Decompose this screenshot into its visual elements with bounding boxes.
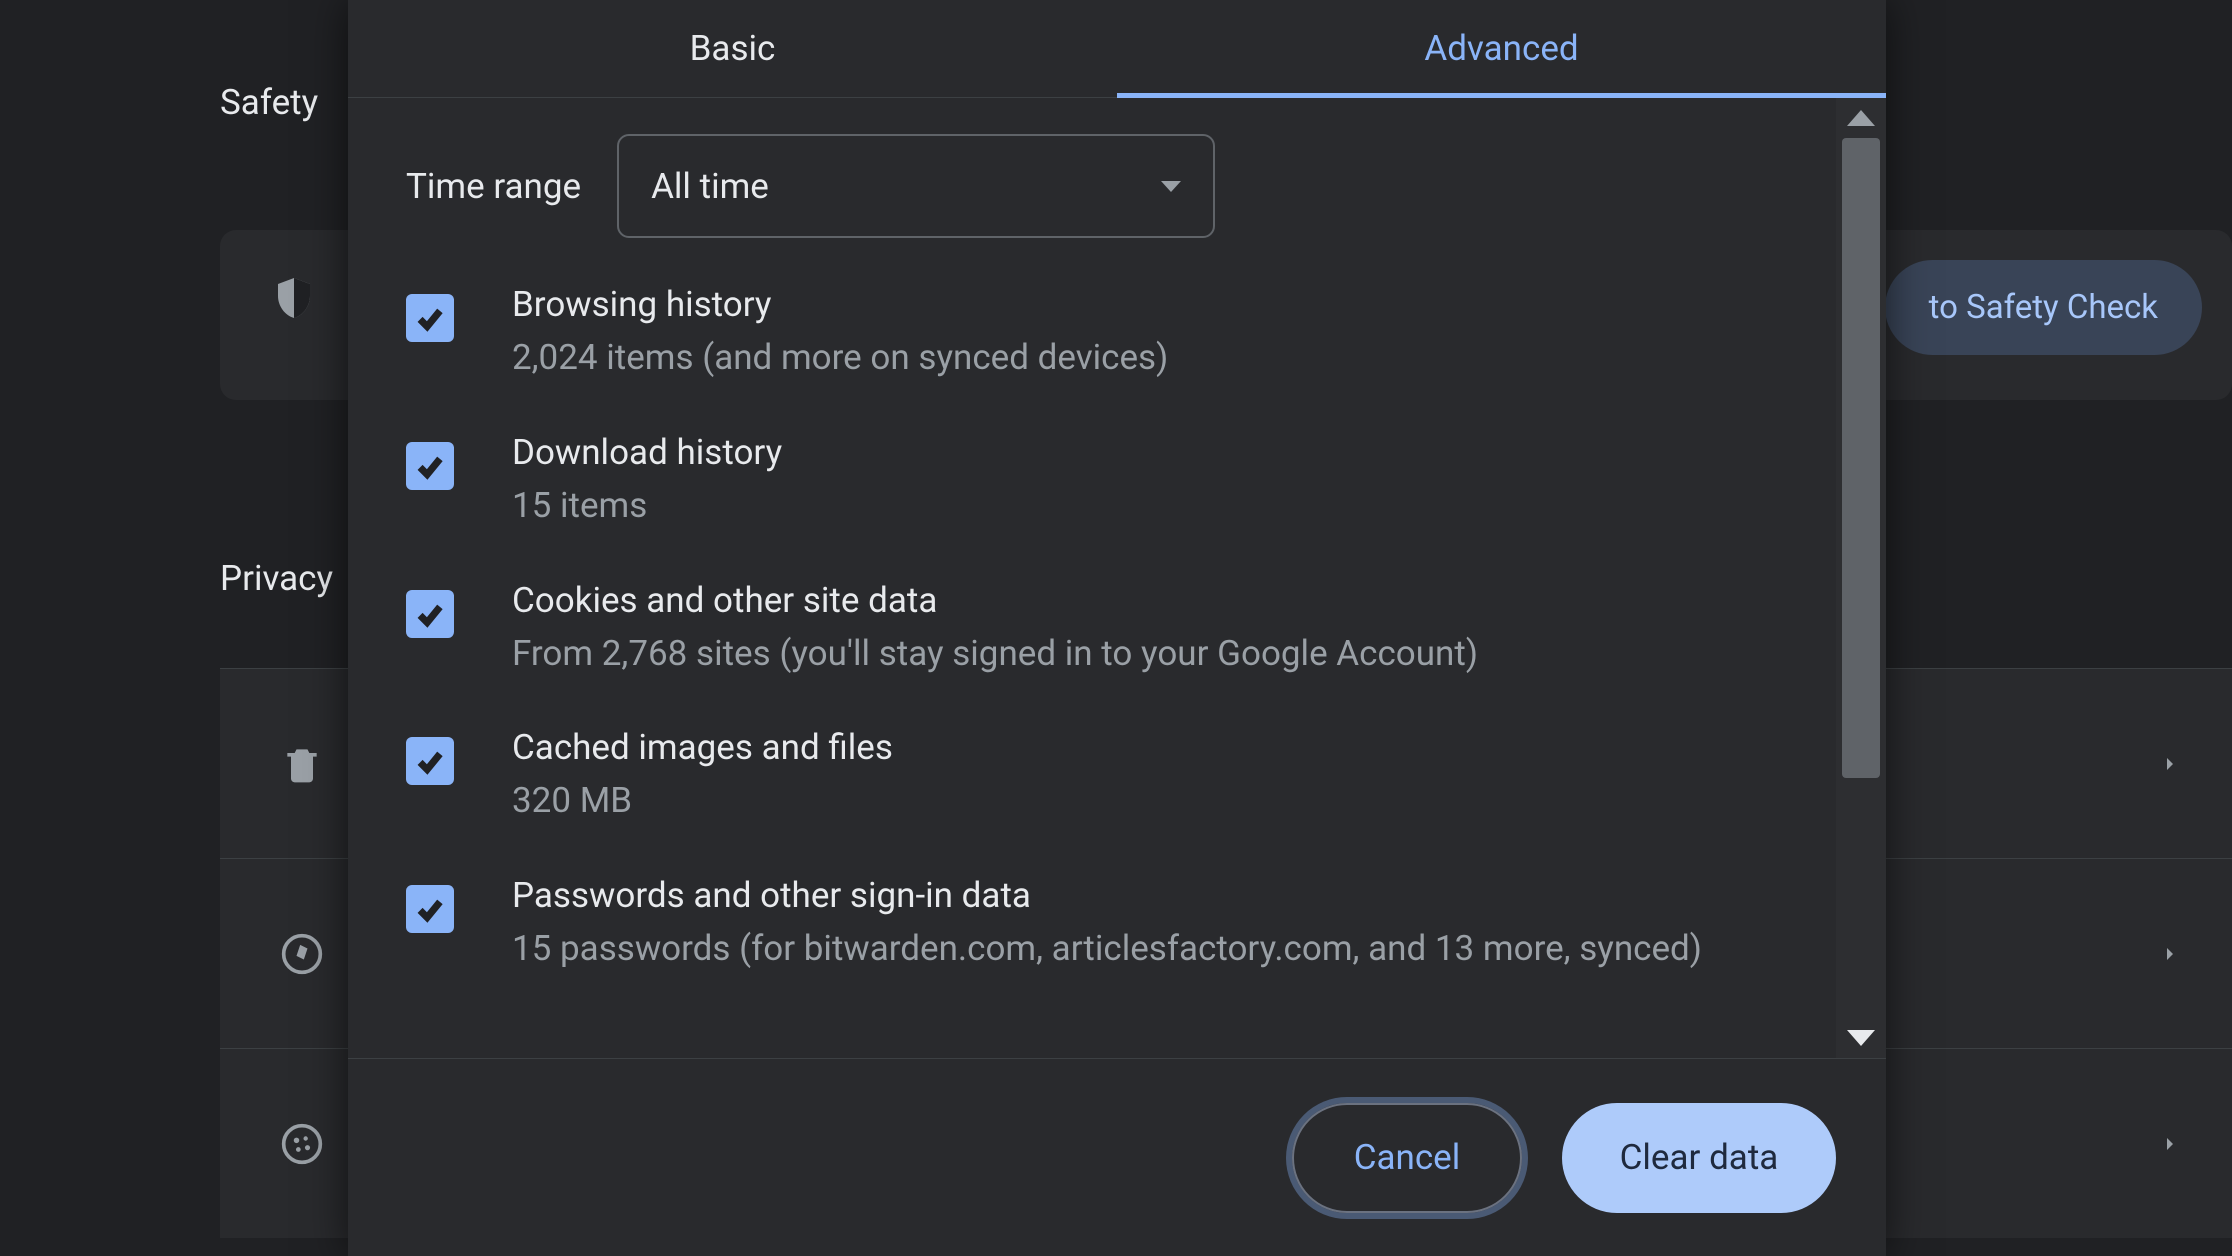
tab-basic[interactable]: Basic [348, 0, 1117, 97]
dialog-footer: Cancel Clear data [348, 1058, 1886, 1256]
item-title: Browsing history [512, 284, 1168, 325]
shield-icon [270, 274, 318, 322]
time-range-label: Time range [406, 166, 581, 207]
chevron-right-icon [2158, 942, 2182, 966]
dialog-tabs: Basic Advanced [348, 0, 1886, 98]
item-subtitle: 15 items [512, 481, 782, 532]
item-title: Cached images and files [512, 727, 893, 768]
checkbox-cookies[interactable] [406, 590, 454, 638]
clear-data-button[interactable]: Clear data [1562, 1103, 1836, 1213]
item-cached-images: Cached images and files 320 MB [406, 727, 1778, 827]
item-cookies: Cookies and other site data From 2,768 s… [406, 580, 1778, 680]
item-title: Download history [512, 432, 782, 473]
scrollbar-up-icon[interactable] [1836, 98, 1886, 138]
time-range-row: Time range All time [406, 134, 1778, 238]
cancel-button[interactable]: Cancel [1292, 1103, 1522, 1213]
privacy-section-title: Privacy [220, 558, 333, 599]
cookie-icon [280, 1122, 324, 1166]
item-browsing-history: Browsing history 2,024 items (and more o… [406, 284, 1778, 384]
item-subtitle: 320 MB [512, 776, 893, 827]
time-range-value: All time [651, 166, 769, 207]
item-title: Cookies and other site data [512, 580, 1478, 621]
checkbox-cached-images[interactable] [406, 737, 454, 785]
scrollbar[interactable] [1836, 98, 1886, 1058]
scrollbar-down-icon[interactable] [1836, 1018, 1886, 1058]
safety-section-title: Safety [220, 82, 318, 123]
checkbox-download-history[interactable] [406, 442, 454, 490]
compass-icon [280, 932, 324, 976]
scrollbar-thumb[interactable] [1842, 138, 1880, 778]
clear-browsing-data-dialog: Basic Advanced Time range All time Brows… [348, 0, 1886, 1256]
item-subtitle: From 2,768 sites (you'll stay signed in … [512, 629, 1478, 680]
chevron-down-icon [1161, 181, 1181, 192]
time-range-select[interactable]: All time [617, 134, 1215, 238]
item-subtitle: 15 passwords (for bitwarden.com, article… [512, 924, 1702, 975]
chevron-right-icon [2158, 1132, 2182, 1156]
checkbox-browsing-history[interactable] [406, 294, 454, 342]
dialog-body: Time range All time Browsing history 2,0… [348, 98, 1886, 1058]
trash-icon [280, 742, 324, 786]
tab-advanced[interactable]: Advanced [1117, 0, 1886, 97]
item-title: Passwords and other sign-in data [512, 875, 1702, 916]
item-subtitle: 2,024 items (and more on synced devices) [512, 333, 1168, 384]
item-download-history: Download history 15 items [406, 432, 1778, 532]
go-to-safety-check-button[interactable]: to Safety Check [1885, 260, 2202, 355]
chevron-right-icon [2158, 752, 2182, 776]
dialog-scroll-area: Time range All time Browsing history 2,0… [348, 98, 1836, 1058]
checkbox-passwords[interactable] [406, 885, 454, 933]
item-passwords: Passwords and other sign-in data 15 pass… [406, 875, 1778, 975]
